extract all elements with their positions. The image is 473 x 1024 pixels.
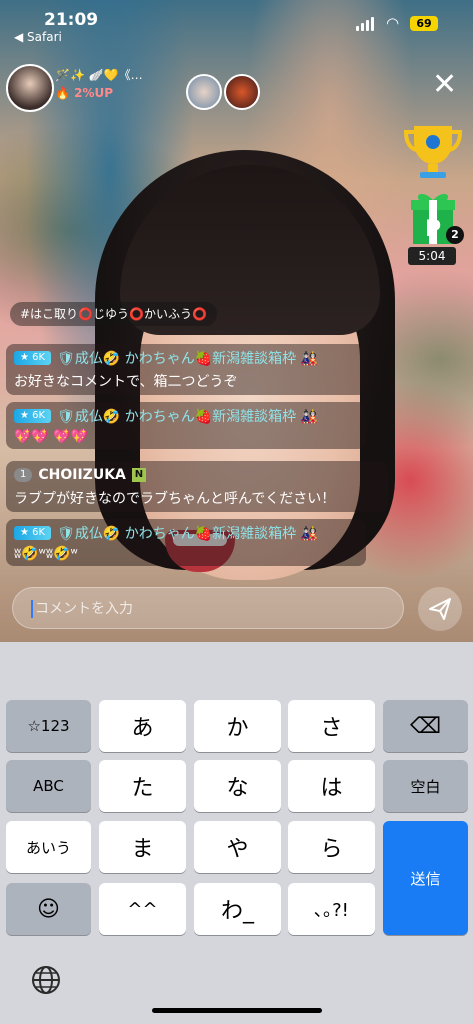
chat-text: ラブプが好きなのでラブちゃんと呼んでください！: [14, 491, 336, 507]
key-a[interactable]: あ: [99, 700, 186, 752]
wifi-icon: ◠: [386, 14, 400, 32]
status-time: 21:09: [44, 10, 99, 30]
viewer-avatar[interactable]: [186, 74, 222, 110]
key-ta[interactable]: た: [99, 760, 186, 812]
key-ma[interactable]: ま: [99, 821, 186, 873]
comment-input[interactable]: コメントを入力: [12, 587, 404, 629]
status-bar: 21:09 ◠ 69: [0, 8, 473, 32]
chat-username[interactable]: 🛡成仏🤣 かわちゃん🍓新潟雑談箱枠 🎎: [57, 523, 318, 543]
paper-plane-icon: [429, 598, 451, 620]
battery-icon: 69: [410, 16, 438, 31]
chat-text: お好きなコメントで、箱二つどうぞ: [14, 374, 238, 390]
signal-icon: [356, 17, 374, 31]
send-button[interactable]: [418, 587, 462, 631]
key-ha[interactable]: は: [288, 760, 375, 812]
key-wa[interactable]: わ_: [194, 883, 281, 935]
key-ra[interactable]: ら: [288, 821, 375, 873]
fan-level-badge: ★ 6K: [14, 351, 52, 365]
key-punctuation[interactable]: ､｡?!: [288, 883, 375, 935]
key-numbers[interactable]: ☆123: [6, 700, 91, 752]
chat-message: ★ 6K 🛡成仏🤣 かわちゃん🍓新潟雑談箱枠 🎎 お好きなコメントで、箱二つどう…: [6, 344, 366, 395]
hashtag-label[interactable]: #はこ取り⭕️じゆう⭕️かいふう⭕️: [10, 302, 217, 326]
host-name: 🪄✨ 🪽💛《…: [55, 68, 143, 82]
chat-message: 1 CHOIIZUKA N ラブプが好きなのでラブちゃんと呼んでください！: [6, 461, 388, 512]
viewer-avatar[interactable]: [224, 74, 260, 110]
key-ka[interactable]: か: [194, 700, 281, 752]
emoji-key[interactable]: ☺: [6, 883, 91, 935]
chat-message: ★ 6K 🛡成仏🤣 かわちゃん🍓新潟雑談箱枠 🎎 ʬ🤣ʷʬ🤣ʷ: [6, 519, 366, 566]
host-rank: 🔥 2%UP: [55, 86, 114, 100]
chat-username[interactable]: 🛡成仏🤣 かわちゃん🍓新潟雑談箱枠 🎎: [57, 348, 318, 368]
chat-text: ʬ🤣ʷʬ🤣ʷ: [14, 546, 78, 562]
fan-level-badge: ★ 6K: [14, 526, 52, 540]
trophy-icon[interactable]: [402, 120, 464, 182]
chat-username[interactable]: 🛡成仏🤣 かわちゃん🍓新潟雑談箱枠 🎎: [57, 406, 318, 426]
key-sa[interactable]: さ: [288, 700, 375, 752]
gift-timer: 5:04: [408, 247, 456, 265]
fan-level-badge: ★ 6K: [14, 409, 52, 423]
home-indicator: [152, 1008, 322, 1013]
svg-text:P: P: [425, 217, 441, 242]
close-icon[interactable]: ✕: [432, 70, 457, 100]
host-avatar[interactable]: [6, 64, 54, 112]
chat-username[interactable]: CHOIIZUKA: [38, 467, 126, 483]
globe-icon[interactable]: [30, 964, 62, 996]
key-kaomoji[interactable]: ^^: [99, 883, 186, 935]
send-key[interactable]: 送信: [383, 821, 468, 935]
gift-count-badge: 2: [446, 226, 464, 244]
chat-text: 💖💖 💖💖: [14, 429, 89, 445]
chat-message: ★ 6K 🛡成仏🤣 かわちゃん🍓新潟雑談箱枠 🎎 💖💖 💖💖: [6, 402, 366, 449]
fan-level-badge: 1: [14, 468, 33, 482]
key-abc[interactable]: ABC: [6, 760, 91, 812]
key-ya[interactable]: や: [194, 821, 281, 873]
delete-key[interactable]: ⌫: [383, 700, 468, 752]
text-caret: [31, 600, 33, 618]
key-na[interactable]: な: [194, 760, 281, 812]
comment-placeholder: コメントを入力: [35, 601, 133, 617]
user-tag-badge: N: [131, 468, 146, 482]
space-key[interactable]: 空白: [383, 760, 468, 812]
back-to-safari-link[interactable]: ◀ Safari: [14, 30, 62, 44]
key-kana[interactable]: あいう: [6, 821, 91, 873]
